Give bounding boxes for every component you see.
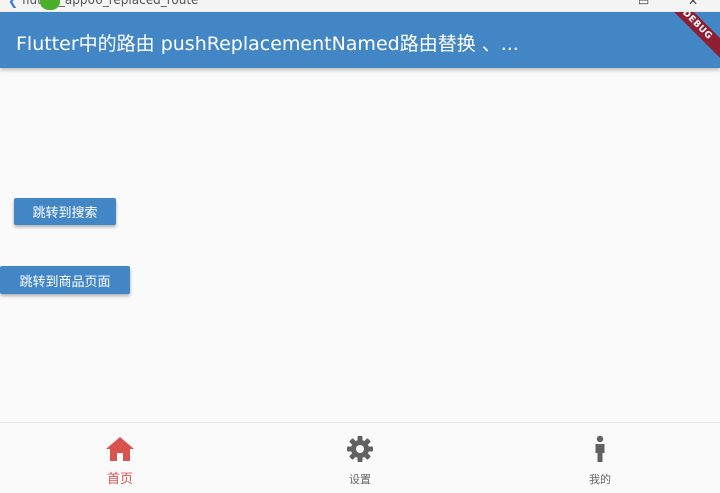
minimize-icon[interactable]: ▭ xyxy=(638,0,650,8)
nav-item-settings[interactable]: 设置 xyxy=(240,423,480,493)
green-cursor-icon xyxy=(40,0,60,10)
app-bar: Flutter中的路由 pushReplacementNamed路由替换 、..… xyxy=(0,12,720,68)
nav-item-home[interactable]: 首页 xyxy=(0,423,240,493)
nav-label-home: 首页 xyxy=(106,472,133,487)
bottom-navigation-bar: 首页 设置 我的 xyxy=(0,422,720,493)
debug-banner: DEBUG xyxy=(660,12,720,62)
page-title: Flutter中的路由 pushReplacementNamed路由替换 、..… xyxy=(16,33,519,55)
go-to-product-button[interactable]: 跳转到商品页面 xyxy=(0,266,130,294)
person-icon xyxy=(595,435,605,462)
app-window: ❮ flutter_app06_replaced_route ▭ ✕ Flutt… xyxy=(0,0,720,493)
flutter-app-icon: ❮ xyxy=(8,0,19,8)
nav-label-settings: 设置 xyxy=(349,473,371,486)
nav-label-profile: 我的 xyxy=(589,473,611,486)
close-icon[interactable]: ✕ xyxy=(688,0,700,8)
nav-item-profile[interactable]: 我的 xyxy=(480,423,720,493)
gear-icon xyxy=(347,436,373,462)
window-titlebar: ❮ flutter_app06_replaced_route ▭ ✕ xyxy=(0,0,720,12)
go-to-search-button[interactable]: 跳转到搜索 xyxy=(14,198,116,225)
home-icon xyxy=(106,437,134,461)
